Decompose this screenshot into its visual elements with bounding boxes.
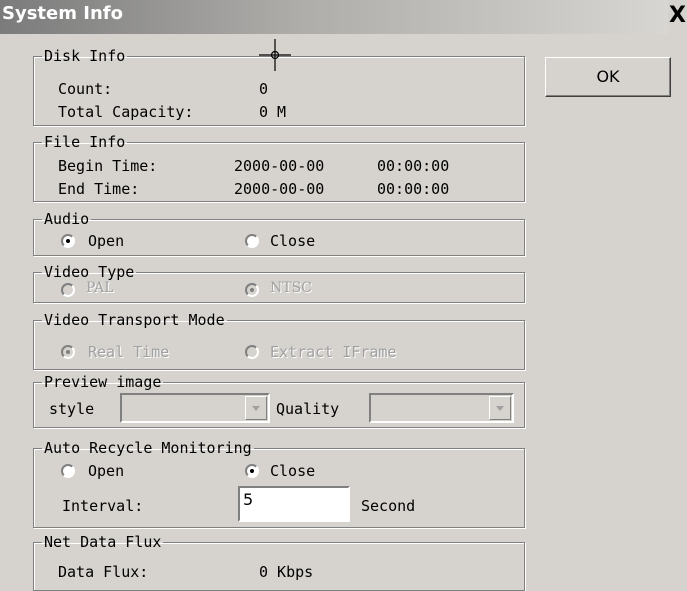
video-type-ntsc-label[interactable]: NTSC xyxy=(270,280,312,296)
audio-open-label[interactable]: Open xyxy=(88,232,124,250)
recycle-open-label[interactable]: Open xyxy=(88,462,124,480)
video-type-pal-radio[interactable] xyxy=(61,283,75,297)
interval-input[interactable]: 5 xyxy=(238,486,350,522)
disk-count-label: Count: xyxy=(58,80,113,98)
quality-label: Quality xyxy=(276,400,340,418)
chevron-down-icon[interactable] xyxy=(245,396,267,420)
chevron-down-icon[interactable] xyxy=(489,396,511,420)
end-time-label: End Time: xyxy=(58,180,140,198)
recycle-open-radio[interactable] xyxy=(61,464,75,478)
video-type-legend: Video Type xyxy=(44,263,135,281)
style-label: style xyxy=(49,400,95,418)
extract-iframe-radio[interactable] xyxy=(245,345,259,359)
audio-open-radio[interactable] xyxy=(61,234,75,248)
audio-legend: Audio xyxy=(44,210,90,228)
real-time-radio[interactable] xyxy=(61,345,75,359)
real-time-label[interactable]: Real Time xyxy=(88,343,169,361)
interval-label: Interval: xyxy=(62,497,144,515)
close-icon[interactable]: X xyxy=(669,2,687,30)
extract-iframe-label[interactable]: Extract IFrame xyxy=(270,343,396,361)
style-dropdown[interactable] xyxy=(120,393,270,423)
title-bar: System Info xyxy=(0,0,668,34)
data-flux-value: 0 Kbps xyxy=(259,563,314,581)
total-capacity-label: Total Capacity: xyxy=(58,103,194,121)
video-type-pal-label[interactable]: PAL xyxy=(86,280,114,296)
total-capacity-value: 0 M xyxy=(259,103,287,121)
data-flux-label: Data Flux: xyxy=(58,563,149,581)
window-title: System Info xyxy=(2,3,123,24)
video-transport-legend: Video Transport Mode xyxy=(44,311,225,329)
interval-unit-label: Second xyxy=(361,497,416,515)
file-info-legend: File Info xyxy=(44,133,126,151)
quality-dropdown[interactable] xyxy=(369,393,514,423)
end-time-value: 00:00:00 xyxy=(377,180,450,198)
auto-recycle-legend: Auto Recycle Monitoring xyxy=(44,439,252,457)
video-transport-group: Video Transport Mode xyxy=(33,312,525,370)
crosshair-cursor-icon xyxy=(259,39,291,71)
video-type-ntsc-radio[interactable] xyxy=(245,283,259,297)
begin-date-value: 2000-00-00 xyxy=(234,157,325,175)
net-data-flux-legend: Net Data Flux xyxy=(44,533,162,551)
audio-close-radio[interactable] xyxy=(245,234,259,248)
end-date-value: 2000-00-00 xyxy=(234,180,325,198)
preview-image-legend: Preview image xyxy=(44,373,162,391)
recycle-close-label[interactable]: Close xyxy=(270,462,315,480)
begin-time-value: 00:00:00 xyxy=(377,157,450,175)
disk-count-value: 0 xyxy=(259,80,269,98)
ok-button[interactable]: OK xyxy=(545,57,671,97)
disk-info-legend: Disk Info xyxy=(44,47,126,65)
recycle-close-radio[interactable] xyxy=(245,464,259,478)
begin-time-label: Begin Time: xyxy=(58,157,158,175)
audio-close-label[interactable]: Close xyxy=(270,232,315,250)
